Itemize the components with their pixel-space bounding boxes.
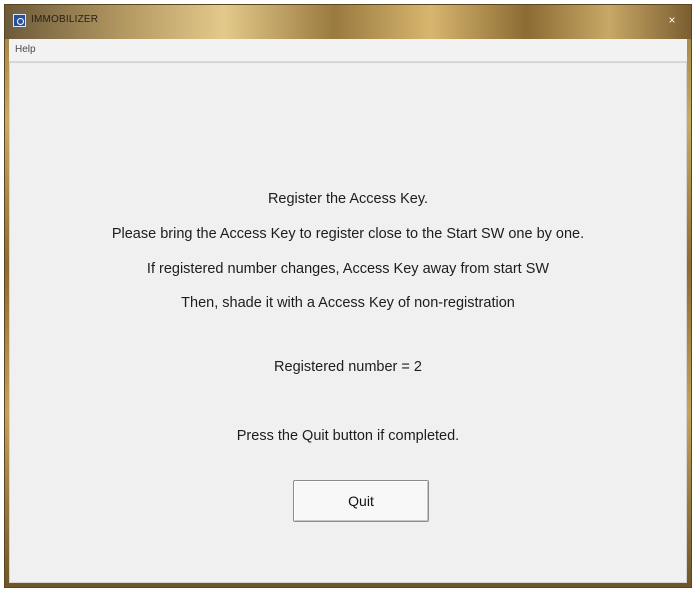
quit-button[interactable]: Quit xyxy=(293,480,429,522)
instruction-line-2: Please bring the Access Key to register … xyxy=(111,226,585,242)
registered-number-label: Registered number = 2 xyxy=(274,359,422,375)
menu-bar: Help xyxy=(9,39,687,62)
app-icon xyxy=(13,14,26,27)
instruction-line-1: Register the Access Key. xyxy=(267,191,429,207)
window-title: IMMOBILIZER xyxy=(31,14,99,25)
menu-item-help[interactable]: Help xyxy=(15,44,36,55)
close-icon[interactable]: × xyxy=(665,13,679,27)
instruction-line-4: Then, shade it with a Access Key of non-… xyxy=(181,295,515,311)
main-window: IMMOBILIZER × Help Register the Access K… xyxy=(4,4,692,588)
instruction-line-3: If registered number changes, Access Key… xyxy=(146,261,550,277)
completion-instruction: Press the Quit button if completed. xyxy=(236,428,460,444)
title-bar[interactable]: IMMOBILIZER × xyxy=(5,5,691,39)
dialog-content: Register the Access Key. Please bring th… xyxy=(9,62,687,583)
